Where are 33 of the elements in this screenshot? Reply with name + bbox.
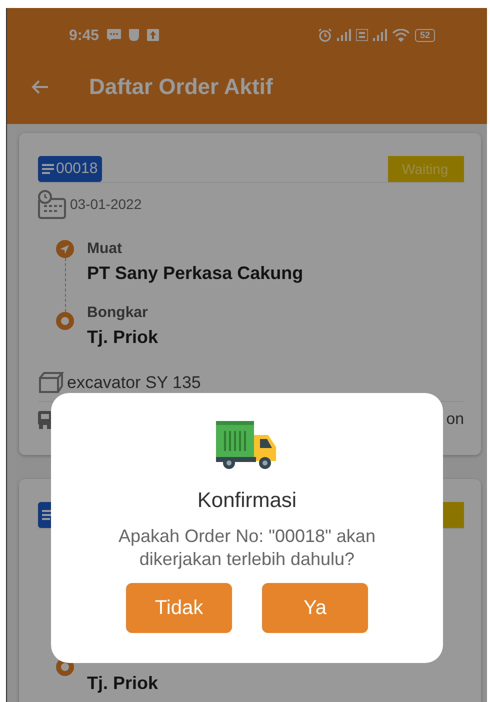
order-date: 03-01-2022 [70, 196, 142, 212]
dropoff-location: Tj. Priok [87, 326, 158, 348]
battery-indicator: 52 [414, 28, 435, 42]
location-pin-icon [56, 240, 74, 258]
status-badge: Waiting [388, 156, 464, 182]
alarm-icon [318, 28, 332, 42]
message-icon [107, 29, 122, 41]
pickup-location: PT Sany Perkasa Cakung [87, 262, 304, 284]
pickup-label: Muat [87, 240, 122, 257]
dialog-message: Apakah Order No: "00018" akan dikerjakan terlebih dahulu? [118, 525, 376, 571]
dropoff-location: Tj. Priok [87, 672, 158, 694]
upload-icon [147, 29, 160, 41]
dropoff-label: Bongkar [87, 304, 148, 321]
cargo-description: excavator SY 135 [67, 373, 201, 393]
destination-ring-icon [56, 312, 74, 330]
back-arrow-icon[interactable] [31, 79, 49, 95]
calendar-clock-icon [38, 190, 66, 218]
screen-title: Daftar Order Aktif [89, 74, 273, 100]
truck-icon [216, 421, 278, 471]
dialog-button[interactable]: Ya [262, 583, 368, 633]
clock-time: 9:45 [69, 26, 100, 44]
shield-icon [129, 29, 140, 41]
order-number: 00018 [56, 160, 98, 177]
list-icon [42, 164, 54, 174]
vehicle-info: on [446, 411, 464, 429]
signal-icon [372, 29, 387, 41]
wifi-icon [392, 28, 410, 42]
dialog-button[interactable]: Tidak [126, 583, 232, 633]
signal-icon [336, 29, 351, 41]
box-icon [38, 372, 64, 394]
volte-icon [356, 29, 368, 41]
dialog-title: Konfirmasi [197, 489, 297, 513]
destination-ring-icon [56, 658, 74, 676]
